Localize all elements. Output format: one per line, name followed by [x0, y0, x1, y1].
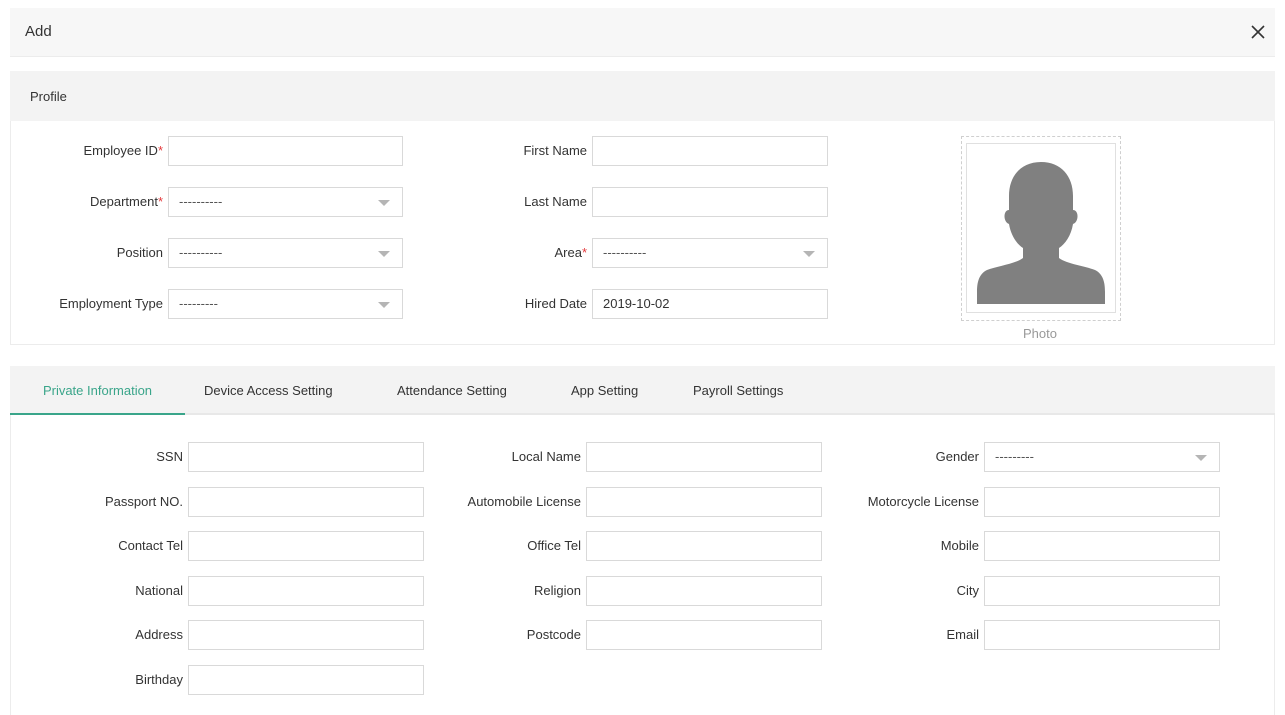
- address-input[interactable]: [188, 620, 424, 650]
- employee-id-input[interactable]: [168, 136, 403, 166]
- employment-type-label: Employment Type: [59, 296, 163, 311]
- automobile-license-label: Automobile License: [467, 494, 581, 509]
- passport-input[interactable]: [188, 487, 424, 517]
- first-name-input[interactable]: [592, 136, 828, 166]
- dialog-header: Add: [10, 8, 1275, 57]
- department-select-value: ----------: [179, 194, 223, 209]
- close-button[interactable]: [1246, 20, 1270, 44]
- photo-caption: Photo: [1023, 326, 1057, 341]
- employment-type-select-value: ---------: [179, 296, 218, 311]
- office-tel-input[interactable]: [586, 531, 822, 561]
- gender-label: Gender: [935, 449, 979, 464]
- tab-attendance-setting[interactable]: Attendance Setting: [397, 366, 507, 413]
- mobile-label: Mobile: [940, 538, 979, 553]
- area-label: Area*: [554, 245, 587, 260]
- chevron-down-icon: [803, 251, 815, 257]
- city-input[interactable]: [984, 576, 1220, 606]
- department-select[interactable]: ----------: [168, 187, 403, 217]
- motorcycle-license-input[interactable]: [984, 487, 1220, 517]
- chevron-down-icon: [378, 302, 390, 308]
- required-mark: *: [157, 143, 163, 158]
- close-icon[interactable]: [1246, 20, 1270, 44]
- employee-id-label: Employee ID*: [83, 143, 163, 158]
- religion-input[interactable]: [586, 576, 822, 606]
- motorcycle-license-label: Motorcycle License: [867, 494, 979, 509]
- national-label: National: [135, 583, 183, 598]
- passport-label: Passport NO.: [104, 494, 183, 509]
- postcode-input[interactable]: [586, 620, 822, 650]
- postcode-label: Postcode: [526, 627, 581, 642]
- required-mark: *: [157, 194, 163, 209]
- tab-app-setting[interactable]: App Setting: [571, 366, 638, 413]
- position-label: Position: [116, 245, 163, 260]
- chevron-down-icon: [378, 251, 390, 257]
- required-mark: *: [581, 245, 587, 260]
- office-tel-label: Office Tel: [527, 538, 581, 553]
- position-select-value: ----------: [179, 245, 223, 260]
- tab-bar: Private Information Device Access Settin…: [10, 366, 1275, 415]
- religion-label: Religion: [534, 583, 581, 598]
- gender-select-value: ---------: [995, 449, 1034, 464]
- photo-frame: [966, 143, 1116, 313]
- last-name-input[interactable]: [592, 187, 828, 217]
- department-label: Department*: [90, 194, 163, 209]
- area-select-value: ----------: [603, 245, 647, 260]
- ssn-label: SSN: [156, 449, 183, 464]
- chevron-down-icon: [1195, 455, 1207, 461]
- tab-payroll-settings[interactable]: Payroll Settings: [693, 366, 783, 413]
- local-name-input[interactable]: [586, 442, 822, 472]
- hired-date-label: Hired Date: [524, 296, 587, 311]
- gender-select[interactable]: ---------: [984, 442, 1220, 472]
- tab-private-information[interactable]: Private Information: [10, 366, 185, 415]
- mobile-input[interactable]: [984, 531, 1220, 561]
- national-input[interactable]: [188, 576, 424, 606]
- employment-type-select[interactable]: ---------: [168, 289, 403, 319]
- ssn-input[interactable]: [188, 442, 424, 472]
- first-name-label: First Name: [523, 143, 587, 158]
- address-label: Address: [135, 627, 183, 642]
- email-input[interactable]: [984, 620, 1220, 650]
- position-select[interactable]: ----------: [168, 238, 403, 268]
- hired-date-input[interactable]: 2019-10-02: [592, 289, 828, 319]
- contact-tel-label: Contact Tel: [118, 538, 183, 553]
- dialog-title: Add: [25, 23, 52, 40]
- avatar-placeholder-icon: [977, 162, 1105, 304]
- profile-section-header: Profile: [10, 71, 1275, 121]
- contact-tel-input[interactable]: [188, 531, 424, 561]
- automobile-license-input[interactable]: [586, 487, 822, 517]
- last-name-label: Last Name: [524, 194, 587, 209]
- birthday-label: Birthday: [135, 672, 183, 687]
- birthday-input[interactable]: [188, 665, 424, 695]
- chevron-down-icon: [378, 200, 390, 206]
- city-label: City: [956, 583, 979, 598]
- photo-upload[interactable]: [961, 136, 1121, 321]
- email-label: Email: [946, 627, 979, 642]
- profile-section-title: Profile: [30, 89, 67, 104]
- tab-device-access-setting[interactable]: Device Access Setting: [204, 366, 333, 413]
- area-select[interactable]: ----------: [592, 238, 828, 268]
- local-name-label: Local Name: [511, 449, 581, 464]
